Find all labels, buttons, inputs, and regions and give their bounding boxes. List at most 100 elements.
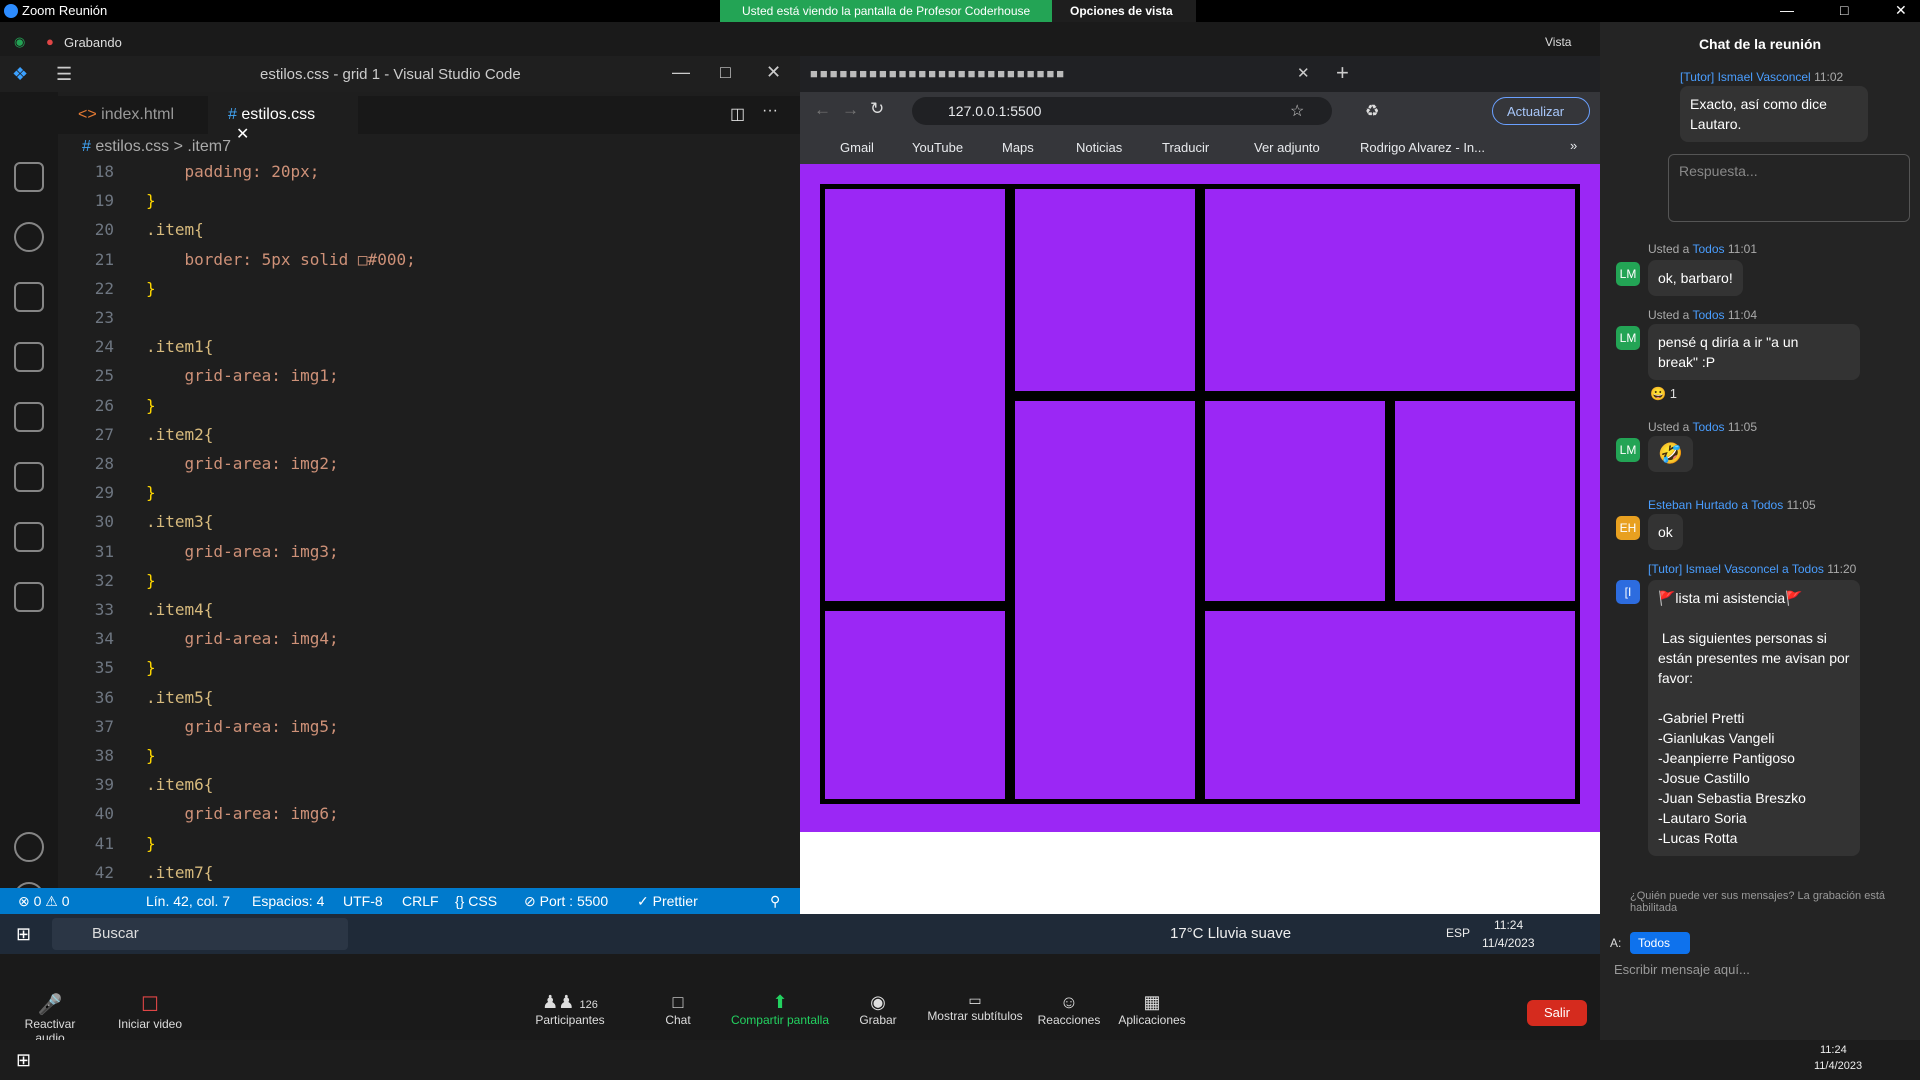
source-control-icon[interactable] [14, 282, 44, 312]
code-line: } [146, 833, 156, 853]
eol-status[interactable]: CRLF [402, 893, 439, 909]
tab-index-html[interactable]: <> index.html [58, 96, 208, 134]
account-icon[interactable] [14, 832, 44, 862]
split-editor-icon[interactable]: ◫ [730, 104, 745, 124]
menu-icon[interactable]: ☰ [56, 64, 72, 85]
weather-widget[interactable]: 17°C Lluvia suave [1170, 925, 1291, 942]
database-icon[interactable] [14, 462, 44, 492]
explorer-icon[interactable] [14, 162, 44, 192]
forward-icon[interactable]: → [842, 100, 859, 120]
cursor-position[interactable]: Lín. 42, col. 7 [146, 893, 230, 909]
url-input[interactable]: 127.0.0.1:5500 [912, 97, 1332, 125]
taskbar-date[interactable]: 11/4/2023 [1482, 936, 1535, 950]
windows-start-icon[interactable]: ⊞ [16, 1050, 31, 1071]
msg-meta: Usted a Todos 11:04 [1648, 308, 1757, 322]
windows-start-icon[interactable]: ⊞ [16, 924, 31, 945]
update-button[interactable]: Actualizar [1492, 97, 1590, 125]
prettier-status[interactable]: ✓ Prettier [637, 893, 698, 910]
activity-bar [0, 92, 58, 942]
bookmark-gmail[interactable]: Gmail [840, 140, 874, 155]
editor-tabs: <> index.html # estilos.css ✕ ◫ ··· [58, 96, 800, 143]
reload-icon[interactable]: ↻ [870, 99, 884, 119]
star-icon[interactable]: ☆ [1290, 101, 1304, 121]
chat-input[interactable]: Escribir mensaje aquí... [1614, 962, 1910, 986]
video-off-icon: ☐ [141, 994, 159, 1016]
chat-button[interactable]: □ Chat [648, 992, 708, 1027]
more-actions-icon[interactable]: ··· [762, 102, 778, 120]
notifications-bell-icon[interactable]: ⚲ [770, 893, 780, 910]
bookmark-maps[interactable]: Maps [1002, 140, 1034, 155]
unmute-button[interactable]: 🎤 Reactivar audio [10, 992, 90, 1045]
reaction-badge[interactable]: 😀 1 [1650, 386, 1677, 402]
minimize-icon[interactable]: — [1780, 2, 1794, 18]
indent-status[interactable]: Espacios: 4 [252, 893, 324, 909]
language-status[interactable]: {} CSS [455, 893, 497, 909]
taskbar-time[interactable]: 11:24 [1494, 918, 1523, 932]
tab-label: estilos.css [241, 106, 316, 123]
bookmarks-bar: Gmail YouTube Maps Noticias Traducir Ver… [800, 130, 1600, 164]
close-tab-icon[interactable]: ✕ [1297, 64, 1310, 82]
maximize-icon[interactable]: □ [720, 62, 731, 83]
bookmark-ver-adjunto[interactable]: Ver adjunto [1254, 140, 1320, 155]
view-options-button[interactable]: Opciones de vista [1052, 0, 1196, 22]
back-icon[interactable]: ← [814, 100, 831, 120]
code-line: padding: 20px; [146, 162, 320, 181]
more-bookmarks-icon[interactable]: » [1570, 138, 1577, 153]
reactions-button[interactable]: ☺ Reacciones [1034, 992, 1104, 1027]
line-number: 32 [94, 570, 114, 590]
pinned-tabs-icons[interactable]: ■■■■■■■■■■■■■■■■■■■■■■■■■■ [810, 66, 1066, 81]
recipient-select[interactable]: Todos [1630, 932, 1690, 954]
chat-header: Chat de la reunión [1698, 36, 1822, 52]
grid-item-1 [820, 184, 1010, 606]
reply-input[interactable]: Respuesta... [1668, 154, 1910, 222]
extensions-icon[interactable] [14, 402, 44, 432]
apps-button[interactable]: ▦ Aplicaciones [1112, 992, 1192, 1027]
tab-estilos-css[interactable]: # estilos.css ✕ [208, 96, 358, 143]
tab-label: index.html [101, 106, 175, 123]
grid-item-5 [1200, 396, 1390, 606]
system-date[interactable]: 11/4/2023 [1814, 1060, 1862, 1072]
grid-item-7 [820, 606, 1010, 804]
view-button[interactable]: Vista [1545, 35, 1571, 49]
maximize-icon[interactable]: □ [1840, 2, 1848, 18]
participants-button[interactable]: ♟♟ 126 Participantes [530, 992, 610, 1027]
chat-message: ok [1648, 514, 1683, 550]
bookmark-noticias[interactable]: Noticias [1076, 140, 1122, 155]
shield-icon: ◉ [14, 34, 26, 49]
language-indicator[interactable]: ESP [1446, 926, 1470, 940]
to-label: A: [1610, 936, 1622, 950]
avatar: [I [1616, 580, 1640, 604]
encoding-status[interactable]: UTF-8 [343, 893, 383, 909]
bookmark-traducir[interactable]: Traducir [1162, 140, 1209, 155]
share-screen-button[interactable]: ⬆ Compartir pantalla [724, 992, 836, 1027]
breadcrumb-file[interactable]: estilos.css [95, 138, 169, 155]
rendered-page [800, 164, 1600, 832]
minimize-icon[interactable]: — [672, 62, 690, 83]
captions-button[interactable]: ▭ Mostrar subtítulos [920, 992, 1030, 1023]
problems-status[interactable]: ⊗ 0 ⚠ 0 [18, 893, 70, 910]
system-time[interactable]: 11:24 [1820, 1044, 1847, 1056]
record-icon: ◉ [870, 992, 886, 1012]
start-video-button[interactable]: ☐ Iniciar video [110, 992, 190, 1031]
extensions-icon[interactable]: ♻ [1365, 101, 1379, 121]
bookmark-rodrigo[interactable]: Rodrigo Alvarez - In... [1360, 140, 1485, 155]
layers-icon[interactable] [14, 522, 44, 552]
remote-explorer-icon[interactable] [14, 582, 44, 612]
breadcrumb-symbol[interactable]: .item7 [187, 138, 231, 155]
breadcrumb: # estilos.css > .item7 [82, 138, 231, 155]
search-icon[interactable] [14, 222, 44, 252]
captions-label: Mostrar subtítulos [927, 1009, 1023, 1023]
new-tab-icon[interactable]: + [1336, 60, 1349, 86]
code-editor[interactable]: 18 padding: 20px; 19} 20 .item{21 border: 5… [58, 158, 800, 1028]
recording-notice[interactable]: ¿Quién puede ver sus mensajes? La grabac… [1630, 890, 1910, 914]
close-icon[interactable]: ✕ [1895, 2, 1907, 19]
bookmark-youtube[interactable]: YouTube [912, 140, 963, 155]
line-number: 23 [94, 308, 114, 327]
close-icon[interactable]: ✕ [766, 62, 781, 83]
live-server-port[interactable]: ⊘ Port : 5500 [524, 893, 608, 910]
leave-button[interactable]: Salir [1527, 1000, 1587, 1026]
record-button[interactable]: ◉ Grabar [848, 992, 908, 1027]
taskbar-search[interactable]: Buscar [52, 918, 348, 950]
run-debug-icon[interactable] [14, 342, 44, 372]
avatar: LM [1616, 262, 1640, 286]
